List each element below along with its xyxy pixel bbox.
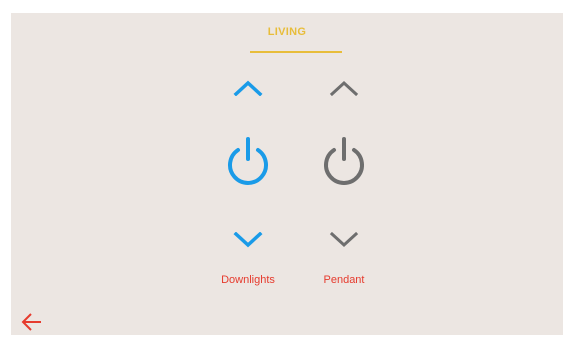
chevron-up-icon (329, 80, 359, 96)
channel-pendant: Pendant (304, 13, 384, 335)
chevron-down-icon (233, 232, 263, 248)
control-panel: LIVING Downlights Pendant (11, 13, 563, 335)
chevron-down-icon (329, 232, 359, 248)
power-icon (228, 137, 268, 185)
pendant-up-button[interactable] (304, 73, 384, 103)
arrow-left-icon (21, 313, 41, 331)
downlights-down-button[interactable] (208, 225, 288, 255)
pendant-power-button[interactable] (304, 133, 384, 193)
chevron-up-icon (233, 80, 263, 96)
downlights-label: Downlights (221, 274, 275, 286)
back-button[interactable] (21, 313, 43, 331)
downlights-power-button[interactable] (208, 133, 288, 193)
downlights-up-button[interactable] (208, 73, 288, 103)
power-icon (324, 137, 364, 185)
pendant-down-button[interactable] (304, 225, 384, 255)
channel-downlights: Downlights (208, 13, 288, 335)
pendant-label: Pendant (323, 274, 365, 286)
